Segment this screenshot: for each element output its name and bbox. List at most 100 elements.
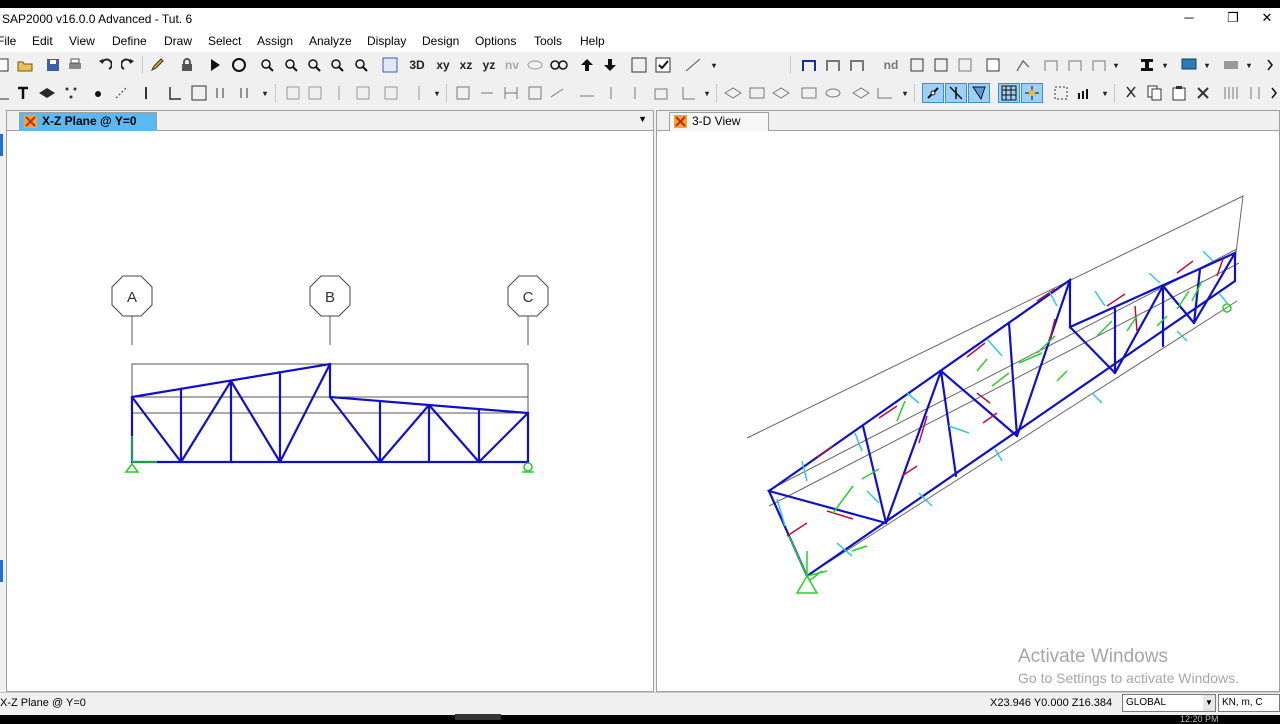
select-intersecting-icon[interactable]	[502, 84, 520, 102]
select-all-icon[interactable]	[454, 84, 472, 102]
load-2-icon[interactable]	[748, 84, 766, 102]
coordinate-system-select[interactable]: GLOBAL ▼	[1122, 694, 1216, 712]
display-dropdown[interactable]: ▾	[1198, 56, 1216, 74]
frame-shape-icon[interactable]	[800, 56, 818, 74]
paste-icon[interactable]	[1170, 84, 1188, 102]
draw-node-icon[interactable]	[90, 84, 108, 102]
copy-icon[interactable]	[1146, 84, 1164, 102]
assign-area-icon[interactable]	[956, 56, 974, 74]
rotate-3d-icon[interactable]	[526, 56, 544, 74]
menu-file[interactable]: File	[0, 34, 16, 48]
table-display-icon[interactable]	[984, 56, 1002, 74]
set-xz-view-button[interactable]: xz	[457, 56, 475, 74]
set-display-options-icon[interactable]	[654, 56, 672, 74]
snap-ends-icon[interactable]	[945, 83, 967, 103]
move-up-icon[interactable]	[578, 56, 596, 74]
assign-restraint-3-icon[interactable]	[626, 84, 644, 102]
tab-xz-plane[interactable]: X-Z Plane @ Y=0	[19, 112, 157, 131]
left-view-window[interactable]: X-Z Plane @ Y=0 ▼ A B C	[6, 110, 654, 692]
quick-draw-4-icon[interactable]	[354, 84, 372, 102]
lock-icon[interactable]	[178, 56, 196, 74]
replicate-icon[interactable]	[1222, 84, 1240, 102]
delete-icon[interactable]	[1194, 84, 1212, 102]
design-settings-icon[interactable]	[1222, 56, 1240, 74]
menu-help[interactable]: Help	[580, 34, 605, 48]
load-5-icon[interactable]	[824, 84, 842, 102]
print-icon[interactable]	[66, 56, 84, 74]
close-button[interactable]: ✕	[1244, 8, 1280, 30]
divide-icon[interactable]	[1246, 84, 1264, 102]
assign-restraint-4-icon[interactable]	[652, 84, 670, 102]
frame-shape-3-icon[interactable]	[848, 56, 866, 74]
draw-dl-icon[interactable]	[214, 84, 232, 102]
quick-draw-dropdown[interactable]: ▾	[428, 84, 446, 102]
assign-joint-icon[interactable]	[908, 56, 926, 74]
show-stresses-icon[interactable]	[1066, 56, 1084, 74]
menu-design[interactable]: Design	[422, 34, 459, 48]
select-previous-icon[interactable]	[478, 84, 496, 102]
load-7-icon[interactable]	[876, 84, 894, 102]
show-virtual-work-icon[interactable]	[1090, 56, 1108, 74]
quick-draw-1-icon[interactable]	[284, 84, 302, 102]
draw-more-dropdown[interactable]: ▾	[256, 84, 274, 102]
load-4-icon[interactable]	[800, 84, 818, 102]
toolbar-overflow-icon[interactable]	[1262, 56, 1280, 74]
menu-edit[interactable]: Edit	[32, 34, 53, 48]
load-1-icon[interactable]	[724, 84, 742, 102]
menu-select[interactable]: Select	[208, 34, 241, 48]
menu-draw[interactable]: Draw	[164, 34, 192, 48]
assign-restraint-1-icon[interactable]	[578, 84, 596, 102]
menu-assign[interactable]: Assign	[257, 34, 293, 48]
refresh-pencil-icon[interactable]	[148, 56, 166, 74]
set-xy-view-button[interactable]: xy	[434, 56, 452, 74]
select-pointer-icon[interactable]	[1052, 84, 1070, 102]
3d-view-canvas[interactable]	[657, 131, 1279, 691]
cut-icon[interactable]	[1122, 84, 1140, 102]
select-clear-icon[interactable]	[548, 84, 566, 102]
right-view-window[interactable]: 3-D View	[656, 110, 1280, 692]
toolbar2-overflow-icon[interactable]	[1266, 84, 1280, 102]
draw-frame-corner-icon[interactable]	[166, 84, 184, 102]
select-all-objects-icon[interactable]	[1076, 84, 1094, 102]
design-dropdown[interactable]: ▾	[1240, 56, 1258, 74]
xz-plane-canvas[interactable]: A B C	[7, 131, 653, 691]
zoom-restore-icon[interactable]	[305, 56, 323, 74]
assign-restraint-2-icon[interactable]	[602, 84, 620, 102]
tab-dropdown-arrow[interactable]: ▼	[638, 114, 647, 124]
draw-links-icon[interactable]	[112, 84, 130, 102]
menu-options[interactable]: Options	[475, 34, 516, 48]
select-numbered-icon[interactable]	[526, 84, 544, 102]
assign-restraint-5-icon[interactable]	[680, 84, 698, 102]
run-analysis-icon[interactable]	[206, 56, 224, 74]
assign-frame-icon[interactable]	[932, 56, 950, 74]
section-designer-icon[interactable]	[1138, 56, 1156, 74]
load-dropdown[interactable]: ▾	[896, 84, 914, 102]
draw-ol-icon[interactable]	[238, 84, 256, 102]
move-down-icon[interactable]	[601, 56, 619, 74]
new-model-icon[interactable]	[0, 56, 12, 74]
draw-text-icon[interactable]	[14, 84, 32, 102]
show-forces-dropdown[interactable]: ▾	[1107, 56, 1125, 74]
display-screen-icon[interactable]	[1180, 56, 1198, 74]
tab-3d-view[interactable]: 3-D View	[669, 112, 769, 131]
snap-intersections-icon[interactable]	[968, 83, 990, 103]
snap-perpendicular-icon[interactable]	[1021, 83, 1043, 103]
undo-icon[interactable]	[96, 56, 114, 74]
menu-define[interactable]: Define	[112, 34, 147, 48]
draw-dimension-icon[interactable]	[0, 84, 12, 102]
section-dropdown[interactable]: ▾	[1156, 56, 1174, 74]
draw-frame-line-icon[interactable]	[142, 84, 160, 102]
run-now-icon[interactable]	[230, 56, 248, 74]
draw-grid-icon[interactable]	[190, 84, 208, 102]
quick-draw-2-icon[interactable]	[306, 84, 324, 102]
menu-tools[interactable]: Tools	[534, 34, 562, 48]
minimize-button[interactable]: ─	[1166, 8, 1212, 30]
set-nv-view-button[interactable]: nv	[503, 56, 521, 74]
frame-shape-2-icon[interactable]	[824, 56, 842, 74]
menu-analyze[interactable]: Analyze	[309, 34, 352, 48]
show-deformed-icon[interactable]	[1014, 56, 1032, 74]
draw-area-icon[interactable]	[38, 84, 56, 102]
zoom-out-icon[interactable]	[352, 56, 370, 74]
menu-display[interactable]: Display	[367, 34, 406, 48]
perspective-toggle-icon[interactable]	[550, 56, 568, 74]
